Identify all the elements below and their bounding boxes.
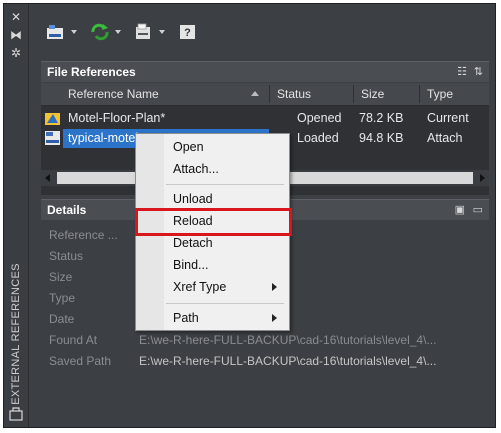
palette-title-strip: ✕ ⧓ ✲ EXTERNAL REFERENCES [4,4,29,427]
column-header-status[interactable]: Status [277,87,311,101]
file-references-section[interactable]: File References ☷ ⇅ [41,61,489,82]
palette-title: EXTERNAL REFERENCES [10,263,22,405]
scroll-right-icon[interactable] [480,174,485,182]
reload-highlight-box [135,208,292,236]
refresh-button[interactable] [90,23,121,41]
chevron-down-icon[interactable] [159,30,165,34]
menu-item-attach[interactable]: Attach... [136,159,289,179]
menu-item-xref-type[interactable]: Xref Type [136,277,289,297]
preview-icon[interactable]: ▭ [473,203,483,216]
change-path-icon [134,23,154,41]
detail-label: Found At [49,333,98,347]
menu-separator [166,184,284,185]
section-title: Details [47,203,87,217]
chevron-down-icon[interactable] [115,30,121,34]
scroll-left-icon[interactable] [45,174,50,182]
menu-item-detach[interactable]: Detach [136,233,289,253]
menu-item-unload[interactable]: Unload [136,189,289,209]
menu-item-path[interactable]: Path [136,308,289,328]
menu-item-bind[interactable]: Bind... [136,255,289,275]
submenu-arrow-icon [272,283,277,291]
help-icon: ? [178,23,198,41]
column-header-size[interactable]: Size [361,87,384,101]
attach-dwg-button[interactable] [46,23,77,41]
menu-separator [166,303,284,304]
dwg-master-icon [45,110,61,129]
saved-path-value[interactable]: E:\we-R-here-FULL-BACKUP\cad-16\tutorial… [139,354,436,368]
column-header-type[interactable]: Type [427,87,453,101]
close-icon[interactable]: ✕ [8,10,24,24]
detail-label: Reference ... [49,228,118,242]
submenu-arrow-icon [272,314,277,322]
list-view-icon[interactable]: ☷ [457,65,467,78]
detail-label: Type [49,291,76,305]
column-header-row: Reference Name Status Size Type [41,83,489,106]
detail-label: Status [49,249,84,263]
refresh-icon [90,23,110,41]
column-header-name[interactable]: Reference Name [68,87,159,101]
detail-label: Date [49,312,75,326]
section-title: File References [47,65,136,79]
palette-menu-icon[interactable] [8,407,24,421]
detail-label: Size [49,270,73,284]
dwg-xref-icon [45,130,61,149]
tree-view-icon[interactable]: ⇅ [474,65,483,78]
menu-item-open[interactable]: Open [136,137,289,157]
svg-text:?: ? [184,27,191,39]
toolbar: ? [34,9,492,51]
detail-label: Saved Path [49,354,112,368]
table-row[interactable]: Motel-Floor-Plan* Opened 78.2 KB Current [41,109,489,128]
sort-ascending-icon [251,91,259,96]
help-button[interactable]: ? [178,23,198,41]
change-path-button[interactable] [134,23,165,41]
attach-dwg-icon [46,23,66,41]
pin-icon[interactable]: ⧓ [8,28,24,42]
details-view-icon[interactable]: ▣ [455,203,465,216]
chevron-down-icon[interactable] [71,30,77,34]
settings-icon[interactable]: ✲ [8,46,24,60]
found-at-value: E:\we-R-here-FULL-BACKUP\cad-16\tutorial… [139,333,437,347]
